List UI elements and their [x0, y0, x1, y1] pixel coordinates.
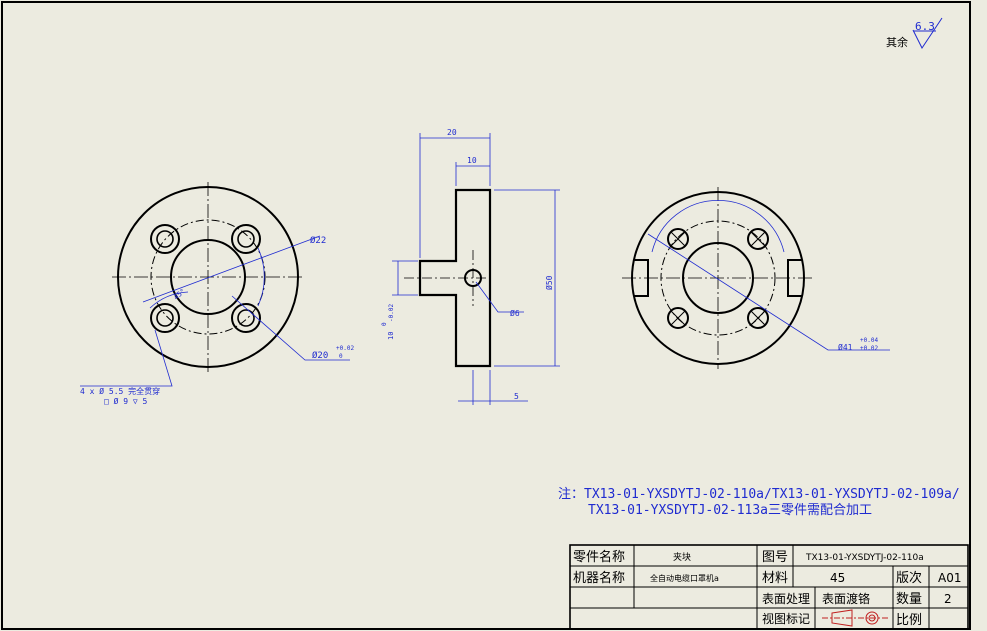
hole-bl	[150, 303, 180, 333]
surface: 表面渡铬	[822, 591, 870, 606]
front-view: Ø22 Ø20 +0.02 0 45° 4 x Ø 5.5 完全贯穿 □ Ø 9…	[80, 182, 354, 406]
side-view: 20 10 Ø50 Ø6 10 0 -0.02 5	[381, 128, 560, 405]
qty: 2	[944, 592, 952, 606]
sheet-border	[1, 1, 971, 630]
svg-text:0: 0	[339, 353, 343, 360]
part-name-label: 零件名称	[573, 549, 625, 565]
qty-label: 数量	[896, 592, 922, 607]
back-hole-br	[747, 307, 769, 329]
svg-text:5: 5	[514, 392, 519, 401]
back-hole-tl	[667, 228, 689, 250]
svg-text:10: 10	[387, 332, 395, 340]
version-label: 版次	[896, 570, 922, 586]
svg-text:Ø22: Ø22	[310, 235, 326, 246]
roughness-symbol: 其余 6.3	[886, 17, 943, 49]
drawing-sheet: 其余 6.3 Ø22 Ø20 +0.02 0 45° 4 x Ø 5.5 完全贯…	[1, 1, 971, 630]
machine-name-label: 机器名称	[573, 570, 625, 586]
drawing-no-label: 图号	[762, 550, 788, 565]
machine-name: 全自动电缆口罩机a	[650, 573, 719, 583]
hole-tr	[231, 224, 261, 254]
drawing-no: TX13-01-YXSDYTJ-02-110a	[805, 553, 924, 563]
svg-text:10: 10	[467, 156, 477, 165]
svg-text:其余: 其余	[886, 35, 908, 49]
part-name: 夹块	[673, 551, 691, 563]
back-hole-bl	[667, 307, 689, 329]
view-label: 视图标记	[762, 611, 810, 626]
version: A01	[938, 571, 961, 585]
back-view: Ø41 +0.04 +0.02	[622, 187, 890, 369]
svg-text:45°: 45°	[172, 287, 187, 301]
surface-label: 表面处理	[762, 592, 810, 606]
svg-text:+0.04: +0.04	[860, 337, 878, 344]
svg-text:0: 0	[381, 322, 388, 326]
svg-text:Ø50: Ø50	[544, 275, 554, 290]
svg-text:20: 20	[447, 128, 457, 137]
material-label: 材料	[762, 571, 788, 586]
svg-text:+0.02: +0.02	[860, 345, 878, 352]
note: 注：TX13-01-YXSDYTJ-02-110a/TX13-01-YXSDYT…	[558, 487, 960, 518]
svg-text:-0.02: -0.02	[388, 304, 395, 322]
svg-text:TX13-01-YXSDYTJ-02-113a三零件需配合加: TX13-01-YXSDYTJ-02-113a三零件需配合加工	[588, 503, 872, 518]
svg-text:4 x Ø 5.5 完全贯穿: 4 x Ø 5.5 完全贯穿	[80, 386, 160, 396]
svg-text:注：TX13-01-YXSDYTJ-02-110a/TX13: 注：TX13-01-YXSDYTJ-02-110a/TX13-01-YXSDYT…	[558, 487, 960, 502]
svg-text:Ø41: Ø41	[838, 342, 853, 352]
svg-text:Ø6: Ø6	[510, 308, 520, 318]
svg-text:Ø20: Ø20	[312, 350, 328, 361]
svg-text:□ Ø 9 ▽ 5: □ Ø 9 ▽ 5	[104, 396, 148, 406]
svg-text:+0.02: +0.02	[336, 345, 354, 352]
material: 45	[830, 571, 845, 585]
projection-symbol-icon	[822, 609, 888, 627]
scale-label: 比例	[896, 613, 922, 628]
back-hole-tr	[747, 228, 769, 250]
